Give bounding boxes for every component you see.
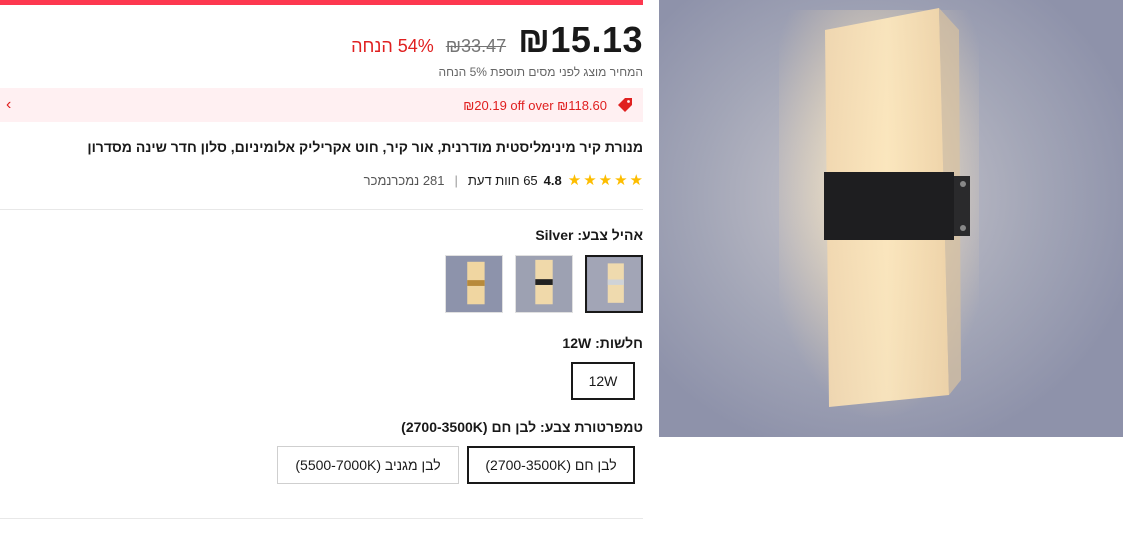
- coupon-text: ₪20.19 off over ₪118.60: [463, 97, 607, 113]
- star-icon: ★: [583, 172, 597, 189]
- rating-separator: |: [454, 173, 458, 188]
- product-title: מנורת קיר מינימליסטית מודרנית, אור קיר, …: [87, 139, 643, 155]
- coupon-tag-icon: [618, 98, 632, 112]
- product-main-image[interactable]: [659, 0, 1123, 437]
- star-rating: ★ ★ ★ ★ ★: [568, 173, 643, 188]
- gold-lamp-thumbnail-icon: [446, 256, 502, 312]
- star-icon: ★: [629, 172, 643, 189]
- wall-lamp-photo-icon: [659, 0, 1123, 437]
- temp-option-warm[interactable]: לבן חם (2700-3500K): [467, 446, 635, 484]
- discount-badge: 54% הנחה: [351, 36, 434, 56]
- divider: [0, 209, 643, 210]
- star-icon: ★: [567, 172, 582, 189]
- silver-lamp-thumbnail-icon: [588, 258, 640, 310]
- sold-count: 281 נמכרנמכר: [363, 173, 445, 188]
- color-option-black[interactable]: [515, 255, 573, 313]
- color-option-silver[interactable]: [585, 255, 643, 313]
- color-label: אהיל צבע: Silver: [535, 227, 643, 243]
- power-option-12w[interactable]: 12W: [571, 362, 635, 400]
- rating-row[interactable]: ★ ★ ★ ★ ★ 4.8 65 חוות דעת | 281 נמכרנמכר: [364, 173, 643, 188]
- price-row: ₪15.13 ₪33.47 54% הנחה: [351, 19, 643, 61]
- black-lamp-thumbnail-icon: [516, 256, 572, 312]
- color-swatches: [445, 255, 643, 313]
- reviews-count[interactable]: 65 חוות דעת: [468, 173, 538, 188]
- temp-option-cool[interactable]: לבן מגניב (5500-7000K): [277, 446, 459, 484]
- current-price: ₪15.13: [518, 19, 643, 60]
- coupon-banner[interactable]: ₪20.19 off over ₪118.60 ›: [0, 88, 643, 122]
- temperature-label: טמפרטורת צבע: לבן חם (2700-3500K): [401, 419, 643, 435]
- star-icon: ★: [614, 172, 628, 189]
- tax-note: המחיר מוצג לפני מסים תוספת 5% הנחה: [438, 65, 643, 79]
- power-label: חלשות: 12W: [562, 335, 643, 351]
- original-price: ₪33.47: [445, 36, 507, 56]
- rating-score: 4.8: [543, 173, 562, 188]
- divider: [0, 518, 643, 519]
- product-info-panel: ₪15.13 ₪33.47 54% הנחה המחיר מוצג לפני מ…: [0, 5, 643, 537]
- chevron-right-icon[interactable]: ›: [6, 96, 11, 114]
- color-option-gold[interactable]: [445, 255, 503, 313]
- star-icon: ★: [598, 172, 613, 189]
